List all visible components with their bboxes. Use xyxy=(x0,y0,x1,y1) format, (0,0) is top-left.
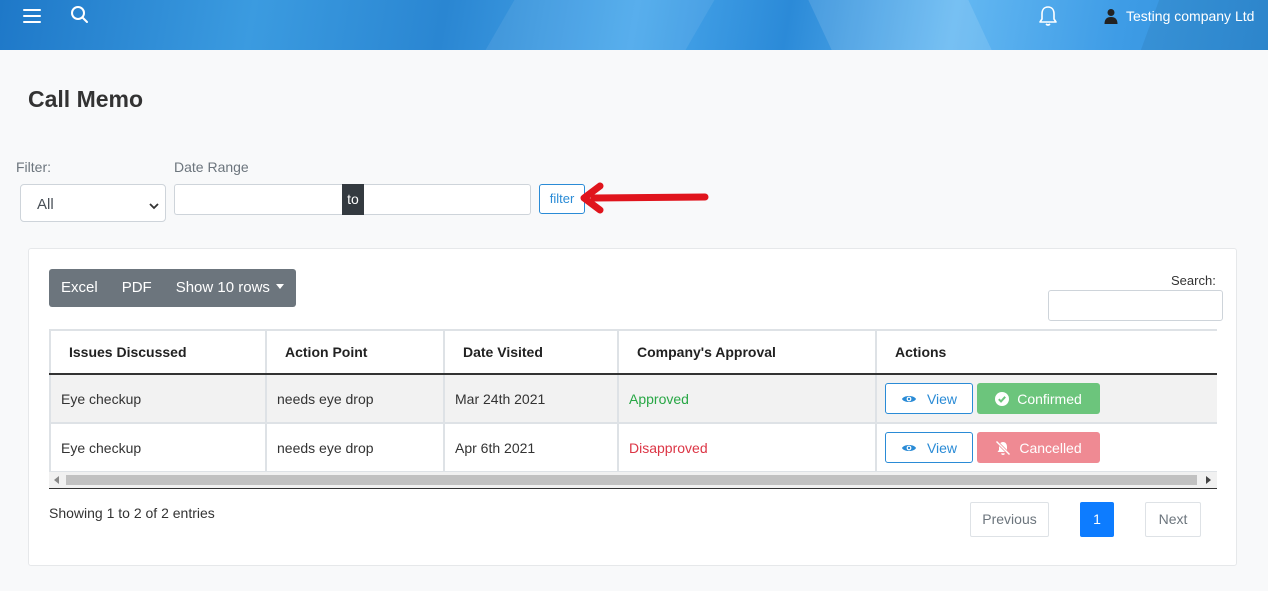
approval-cell: Approved xyxy=(617,373,877,424)
approval-cell: Disapproved xyxy=(617,422,877,473)
excel-button[interactable]: Excel xyxy=(49,269,110,307)
status-label: Cancelled xyxy=(1019,439,1082,456)
filter-select[interactable]: All xyxy=(20,184,166,222)
eye-icon xyxy=(901,444,916,451)
issue-cell: Eye checkup xyxy=(49,422,267,473)
search-input[interactable] xyxy=(1048,290,1223,321)
column-header[interactable]: Action Point xyxy=(265,329,445,375)
user-icon xyxy=(1104,8,1118,24)
data-table-wrapper: Issues Discussed Action Point Date Visit… xyxy=(49,329,1217,489)
background-facet xyxy=(485,0,715,50)
scrollbar-thumb[interactable] xyxy=(66,475,1197,485)
column-header[interactable]: Company's Approval xyxy=(617,329,877,375)
page-1-button[interactable]: 1 xyxy=(1080,502,1114,537)
annotation-arrow-icon xyxy=(580,182,709,214)
page-title: Call Memo xyxy=(28,86,144,112)
user-name: Testing company Ltd xyxy=(1126,8,1255,24)
chevron-down-icon xyxy=(149,198,159,210)
search-label: Search: xyxy=(1171,273,1216,288)
previous-page-button[interactable]: Previous xyxy=(970,502,1049,537)
bell-slash-icon xyxy=(995,439,1011,456)
scroll-left-icon[interactable] xyxy=(54,476,59,484)
view-button[interactable]: View xyxy=(885,432,973,463)
status-label: Confirmed xyxy=(1017,390,1082,407)
actions-cell: View Cancelled xyxy=(875,422,1217,473)
table-row: Eye checkup needs eye drop Mar 24th 2021… xyxy=(49,373,1217,424)
pdf-button[interactable]: PDF xyxy=(110,269,164,307)
action-point-cell: needs eye drop xyxy=(265,422,445,473)
action-point-cell: needs eye drop xyxy=(265,373,445,424)
table-info: Showing 1 to 2 of 2 entries xyxy=(49,505,215,521)
user-menu[interactable]: Testing company Ltd xyxy=(1104,8,1254,24)
issue-cell: Eye checkup xyxy=(49,373,267,424)
date-cell: Apr 6th 2021 xyxy=(443,422,619,473)
column-header[interactable]: Actions xyxy=(875,329,1217,375)
background-facet xyxy=(808,0,992,50)
date-from-input[interactable] xyxy=(174,184,342,215)
column-header[interactable]: Date Visited xyxy=(443,329,619,375)
date-cell: Mar 24th 2021 xyxy=(443,373,619,424)
actions-cell: View Confirmed xyxy=(875,373,1217,424)
hamburger-icon[interactable] xyxy=(23,9,41,23)
call-memo-table: Issues Discussed Action Point Date Visit… xyxy=(49,329,1217,473)
check-circle-icon xyxy=(995,391,1010,406)
date-to-input[interactable] xyxy=(364,184,531,215)
filter-label: Filter: xyxy=(16,159,51,175)
cancelled-button[interactable]: Cancelled xyxy=(977,432,1100,463)
caret-down-icon xyxy=(275,284,284,289)
export-button-group: Excel PDF Show 10 rows xyxy=(49,269,296,307)
filter-button[interactable]: filter xyxy=(539,184,585,214)
scroll-right-icon[interactable] xyxy=(1206,476,1211,484)
column-header[interactable]: Issues Discussed xyxy=(49,329,267,375)
view-button[interactable]: View xyxy=(885,383,973,414)
next-page-button[interactable]: Next xyxy=(1145,502,1201,537)
table-row: Eye checkup needs eye drop Apr 6th 2021 … xyxy=(49,422,1217,473)
horizontal-scrollbar[interactable] xyxy=(49,472,1217,488)
view-button-label: View xyxy=(926,439,958,456)
table-header-row: Issues Discussed Action Point Date Visit… xyxy=(49,329,1217,375)
show-rows-label: Show 10 rows xyxy=(175,279,270,296)
confirmed-button[interactable]: Confirmed xyxy=(977,383,1100,414)
date-to-separator: to xyxy=(342,184,364,215)
bell-icon[interactable] xyxy=(1038,5,1058,27)
search-icon[interactable] xyxy=(70,5,90,25)
filter-select-value: All xyxy=(37,196,54,213)
date-range-label: Date Range xyxy=(174,159,249,175)
top-navbar: Testing company Ltd xyxy=(0,0,1268,50)
view-button-label: View xyxy=(926,390,958,407)
eye-icon xyxy=(901,395,916,402)
show-rows-dropdown[interactable]: Show 10 rows xyxy=(164,269,296,307)
